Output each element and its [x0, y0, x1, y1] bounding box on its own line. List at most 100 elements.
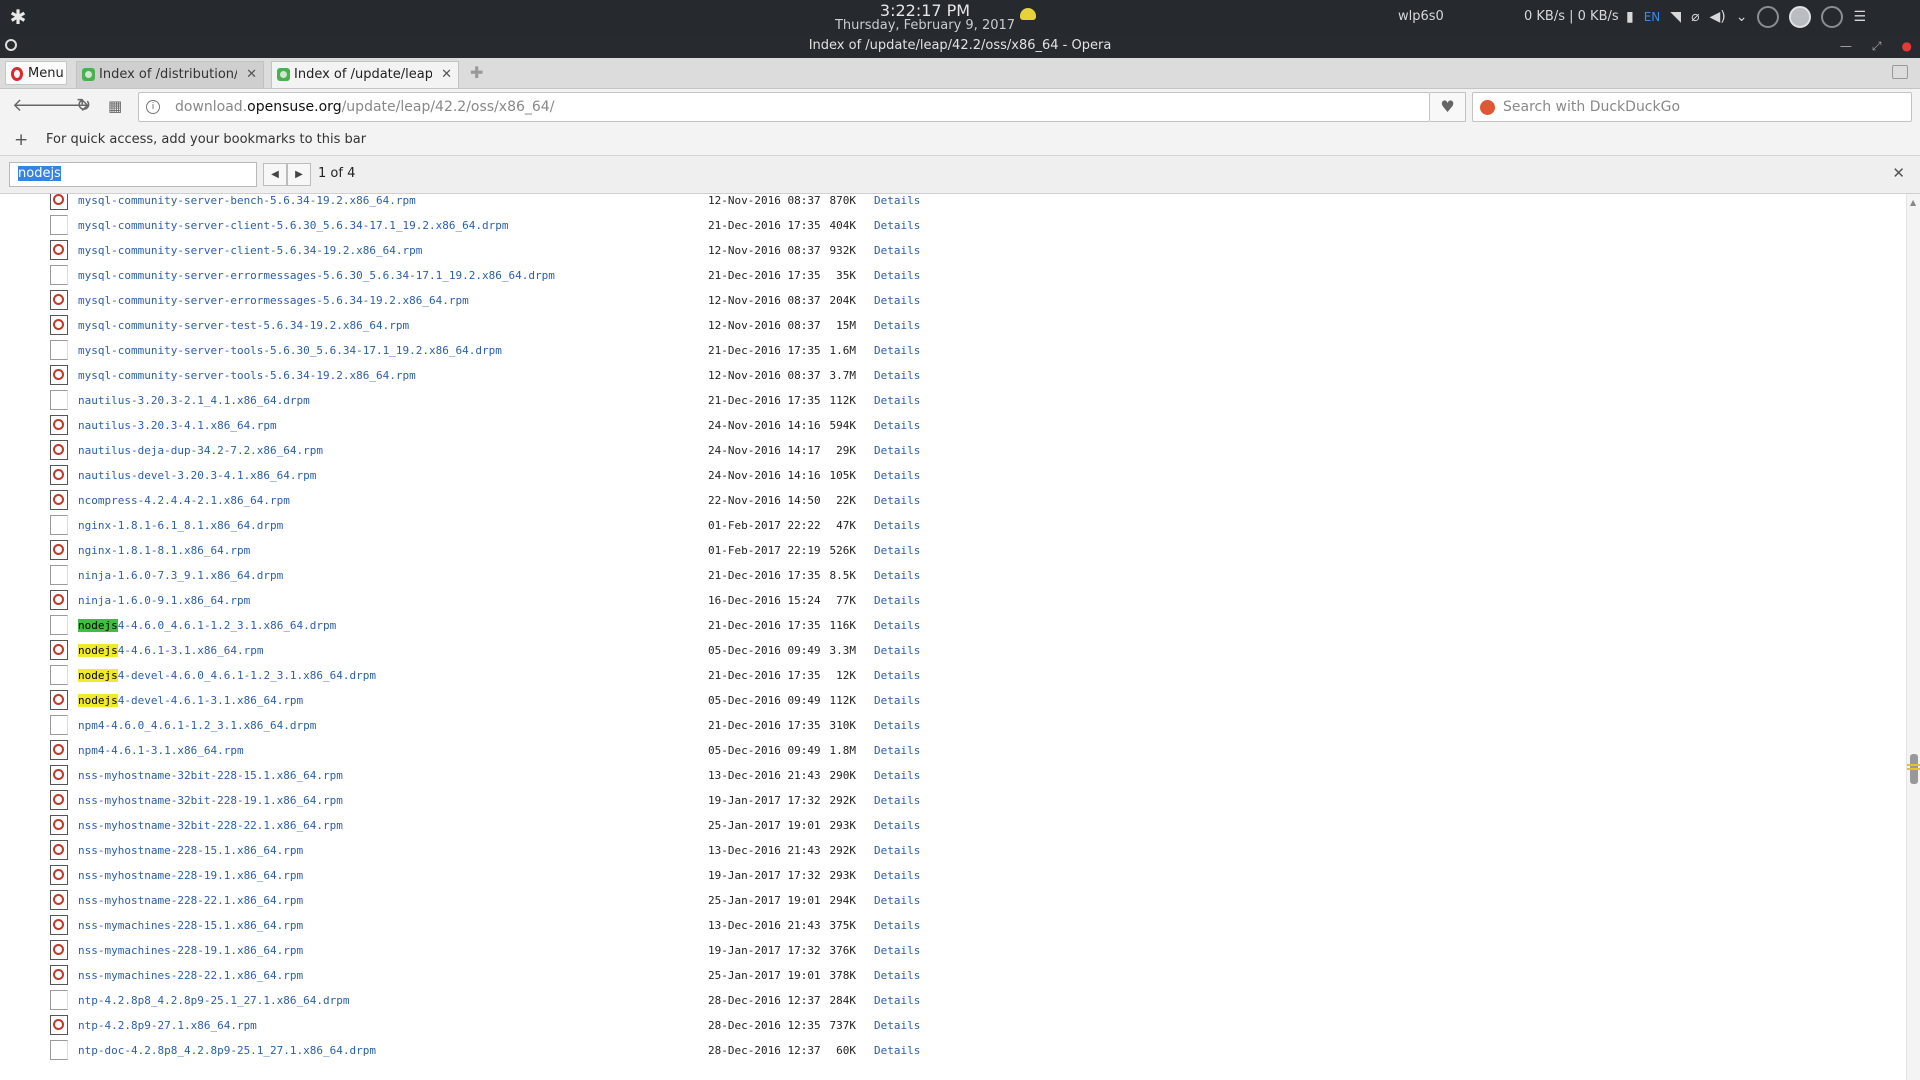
- file-link[interactable]: ninja-1.6.0-7.3_9.1.x86_64.drpm: [78, 569, 283, 582]
- file-link[interactable]: nodejs4-4.6.1-3.1.x86_64.rpm: [78, 644, 263, 657]
- file-link[interactable]: nodejs4-devel-4.6.0_4.6.1-1.2_3.1.x86_64…: [78, 669, 376, 682]
- details-link[interactable]: Details: [874, 369, 920, 382]
- details-link[interactable]: Details: [874, 294, 920, 307]
- scroll-up-icon[interactable]: ▲: [1910, 198, 1916, 207]
- details-link[interactable]: Details: [874, 569, 920, 582]
- attachment-icon[interactable]: ⌀: [1691, 9, 1699, 25]
- scrollbar[interactable]: ▲: [1906, 194, 1920, 1080]
- file-link[interactable]: mysql-community-server-tools-5.6.30_5.6.…: [78, 344, 502, 357]
- details-link[interactable]: Details: [874, 969, 920, 982]
- address-field[interactable]: i download.opensuse.org/update/leap/42.2…: [138, 92, 1430, 122]
- file-link[interactable]: nss-mymachines-228-22.1.x86_64.rpm: [78, 969, 303, 982]
- details-link[interactable]: Details: [874, 419, 920, 432]
- add-bookmark-icon[interactable]: +: [14, 125, 28, 155]
- tab-update[interactable]: Index of /update/leap/4 ✕: [271, 61, 459, 88]
- details-link[interactable]: Details: [874, 619, 920, 632]
- file-link[interactable]: nss-mymachines-228-15.1.x86_64.rpm: [78, 919, 303, 932]
- file-link[interactable]: ncompress-4.2.4.4-2.1.x86_64.rpm: [78, 494, 290, 507]
- details-link[interactable]: Details: [874, 194, 920, 207]
- details-link[interactable]: Details: [874, 394, 920, 407]
- details-link[interactable]: Details: [874, 444, 920, 457]
- wifi-icon[interactable]: ◥: [1670, 9, 1681, 25]
- details-link[interactable]: Details: [874, 794, 920, 807]
- panel-menu-icon[interactable]: ☰: [1853, 9, 1866, 25]
- file-link[interactable]: npm4-4.6.0_4.6.1-1.2_3.1.x86_64.drpm: [78, 719, 316, 732]
- file-link[interactable]: nautilus-3.20.3-4.1.x86_64.rpm: [78, 419, 277, 432]
- clock[interactable]: 3:22:17 PM Thursday, February 9, 2017: [760, 2, 1090, 33]
- file-link[interactable]: nss-myhostname-228-22.1.x86_64.rpm: [78, 894, 303, 907]
- details-link[interactable]: Details: [874, 1019, 920, 1032]
- details-link[interactable]: Details: [874, 494, 920, 507]
- file-link[interactable]: nss-mymachines-228-19.1.x86_64.rpm: [78, 944, 303, 957]
- weather-icon[interactable]: [1020, 8, 1036, 20]
- details-link[interactable]: Details: [874, 244, 920, 257]
- details-link[interactable]: Details: [874, 519, 920, 532]
- details-link[interactable]: Details: [874, 719, 920, 732]
- file-link[interactable]: mysql-community-server-client-5.6.30_5.6…: [78, 219, 508, 232]
- details-link[interactable]: Details: [874, 644, 920, 657]
- tab-distribution[interactable]: Index of /distribution/le ✕: [76, 61, 264, 88]
- find-input[interactable]: nodejs: [9, 162, 257, 187]
- file-link[interactable]: npm4-4.6.1-3.1.x86_64.rpm: [78, 744, 244, 757]
- file-link[interactable]: nginx-1.8.1-6.1_8.1.x86_64.drpm: [78, 519, 283, 532]
- maximize-icon[interactable]: ⤢: [1872, 34, 1882, 58]
- details-link[interactable]: Details: [874, 744, 920, 757]
- active-activity-icon[interactable]: [1789, 6, 1812, 28]
- file-link[interactable]: ntp-doc-4.2.8p8_4.2.8p9-25.1_27.1.x86_64…: [78, 1044, 376, 1057]
- new-tab-icon[interactable]: ✚: [470, 63, 483, 82]
- file-link[interactable]: nss-myhostname-228-19.1.x86_64.rpm: [78, 869, 303, 882]
- minimize-icon[interactable]: —: [1840, 34, 1852, 58]
- close-window-icon[interactable]: ●: [1902, 34, 1912, 58]
- clipboard-icon[interactable]: ▮: [1626, 9, 1634, 25]
- file-link[interactable]: nss-myhostname-32bit-228-15.1.x86_64.rpm: [78, 769, 343, 782]
- details-link[interactable]: Details: [874, 544, 920, 557]
- file-link[interactable]: nss-myhostname-228-15.1.x86_64.rpm: [78, 844, 303, 857]
- details-link[interactable]: Details: [874, 919, 920, 932]
- close-find-icon[interactable]: ✕: [1892, 164, 1905, 182]
- details-link[interactable]: Details: [874, 894, 920, 907]
- details-link[interactable]: Details: [874, 819, 920, 832]
- file-link[interactable]: nss-myhostname-32bit-228-22.1.x86_64.rpm: [78, 819, 343, 832]
- opera-window-icon[interactable]: [5, 39, 17, 51]
- details-link[interactable]: Details: [874, 994, 920, 1007]
- opera-menu-button[interactable]: Menu: [5, 61, 67, 85]
- file-link[interactable]: mysql-community-server-errormessages-5.6…: [78, 269, 555, 282]
- details-link[interactable]: Details: [874, 1044, 920, 1057]
- speed-dial-icon[interactable]: ▦: [108, 97, 122, 115]
- file-link[interactable]: nautilus-devel-3.20.3-4.1.x86_64.rpm: [78, 469, 316, 482]
- file-link[interactable]: ntp-4.2.8p9-27.1.x86_64.rpm: [78, 1019, 257, 1032]
- file-link[interactable]: ninja-1.6.0-9.1.x86_64.rpm: [78, 594, 250, 607]
- kde-launcher-icon[interactable]: ✱: [6, 5, 30, 29]
- file-link[interactable]: mysql-community-server-test-5.6.34-19.2.…: [78, 319, 409, 332]
- details-link[interactable]: Details: [874, 269, 920, 282]
- activity-circle-icon[interactable]: [1821, 6, 1844, 28]
- activity-circle-icon[interactable]: [1757, 6, 1780, 28]
- file-link[interactable]: nss-myhostname-32bit-228-19.1.x86_64.rpm: [78, 794, 343, 807]
- file-link[interactable]: mysql-community-server-errormessages-5.6…: [78, 294, 469, 307]
- details-link[interactable]: Details: [874, 669, 920, 682]
- file-link[interactable]: nodejs4-devel-4.6.1-3.1.x86_64.rpm: [78, 694, 303, 707]
- details-link[interactable]: Details: [874, 319, 920, 332]
- file-link[interactable]: ntp-4.2.8p8_4.2.8p9-25.1_27.1.x86_64.drp…: [78, 994, 350, 1007]
- reload-icon[interactable]: ↻: [76, 97, 91, 115]
- details-link[interactable]: Details: [874, 344, 920, 357]
- file-link[interactable]: nautilus-3.20.3-2.1_4.1.x86_64.drpm: [78, 394, 310, 407]
- close-tab-icon[interactable]: ✕: [246, 62, 257, 87]
- site-info-icon[interactable]: i: [146, 100, 160, 114]
- details-link[interactable]: Details: [874, 769, 920, 782]
- details-link[interactable]: Details: [874, 219, 920, 232]
- file-link[interactable]: mysql-community-server-bench-5.6.34-19.2…: [78, 194, 416, 207]
- volume-icon[interactable]: ◀): [1710, 9, 1726, 25]
- details-link[interactable]: Details: [874, 844, 920, 857]
- search-field[interactable]: Search with DuckDuckGo: [1472, 92, 1912, 122]
- details-link[interactable]: Details: [874, 469, 920, 482]
- details-link[interactable]: Details: [874, 869, 920, 882]
- keyboard-layout[interactable]: EN: [1644, 10, 1661, 24]
- file-link[interactable]: nginx-1.8.1-8.1.x86_64.rpm: [78, 544, 250, 557]
- file-link[interactable]: mysql-community-server-tools-5.6.34-19.2…: [78, 369, 416, 382]
- find-next-button[interactable]: ▶: [287, 163, 311, 186]
- close-tab-icon[interactable]: ✕: [441, 62, 452, 87]
- bookmark-heart-icon[interactable]: ♥: [1430, 92, 1466, 122]
- file-link[interactable]: nodejs4-4.6.0_4.6.1-1.2_3.1.x86_64.drpm: [78, 619, 336, 632]
- details-link[interactable]: Details: [874, 944, 920, 957]
